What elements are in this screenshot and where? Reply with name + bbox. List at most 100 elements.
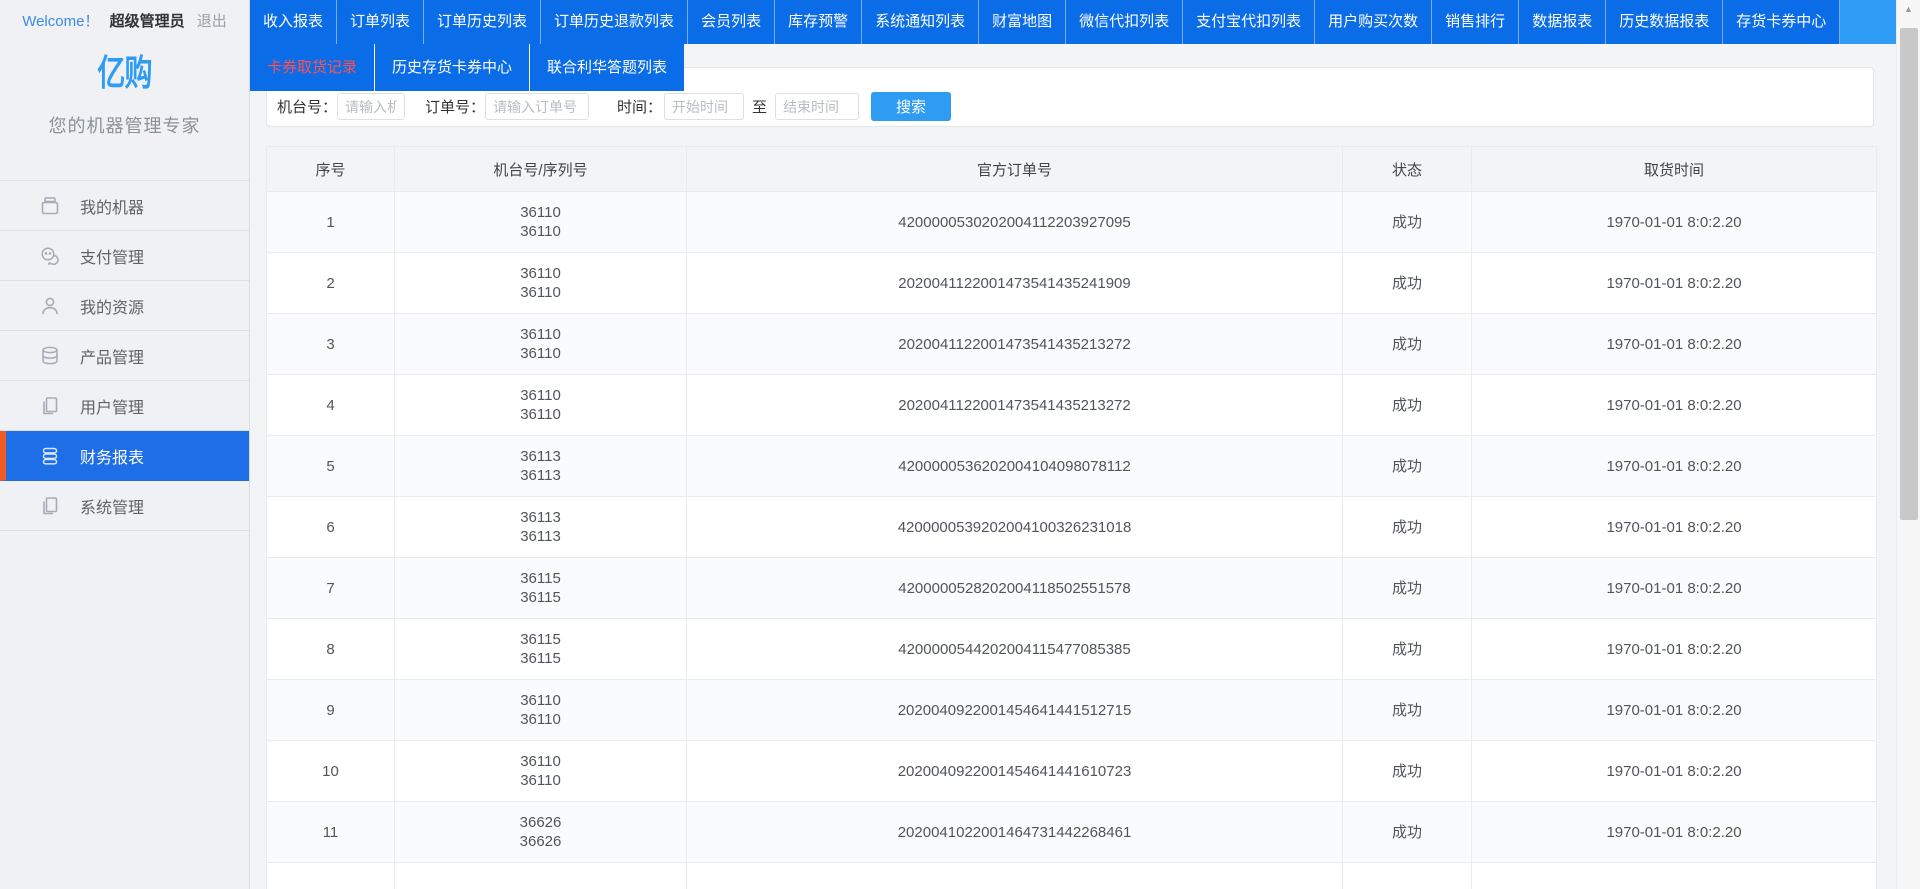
brand-slogan: 您的机器管理专家: [0, 112, 249, 138]
row-index: 6: [267, 497, 395, 558]
order-no-input[interactable]: [485, 93, 589, 120]
nav-tab-4[interactable]: 订单历史退款列表: [541, 0, 688, 44]
official-order-no: 2020040922001454641441610723: [687, 741, 1343, 802]
column-header-1: 序号: [267, 147, 395, 192]
nav-tab-5[interactable]: 会员列表: [688, 0, 775, 44]
machine-serial: 3611336113: [395, 436, 687, 497]
sidebar-item-label: 产品管理: [80, 344, 144, 368]
official-order-no: 2020041022001464731442268461: [687, 802, 1343, 863]
sidebar-item-product-management[interactable]: 产品管理: [0, 331, 249, 381]
nav-tab-11[interactable]: 用户购买次数: [1315, 0, 1432, 44]
status: 成功: [1343, 253, 1472, 314]
table-row: 636113361134200000539202004100326231018成…: [267, 497, 1877, 558]
status: 成功: [1343, 375, 1472, 436]
machine-no-label: 机台号：: [277, 96, 337, 117]
column-header-2: 机台号/序列号: [395, 147, 687, 192]
database-icon: [38, 344, 62, 368]
status: 成功: [1343, 619, 1472, 680]
subtab-history-stock-card-center[interactable]: 历史存货卡券中心: [374, 44, 529, 91]
subtab-unilever-quiz-list[interactable]: 联合利华答题列表: [529, 44, 684, 91]
nav-tab-8[interactable]: 财富地图: [979, 0, 1066, 44]
wechat-icon: [38, 244, 62, 268]
welcome-row: Welcome！ 超级管理员 退出: [0, 10, 249, 31]
sidebar-item-payment-management[interactable]: 支付管理: [0, 231, 249, 281]
official-order-no: 2020041122001473541435213272: [687, 314, 1343, 375]
search-button[interactable]: 搜索: [871, 92, 951, 121]
table-row: 1136626366262020041022001464731442268461…: [267, 802, 1877, 863]
row-index: 8: [267, 619, 395, 680]
end-time-input[interactable]: [775, 93, 859, 120]
status: 成功: [1343, 497, 1472, 558]
sidebar-item-my-resources[interactable]: 我的资源: [0, 281, 249, 331]
app: Welcome！ 超级管理员 退出 亿购 您的机器管理专家 我的机器支付管理我的…: [0, 0, 1920, 889]
to-label: 至: [752, 96, 767, 117]
nav-tab-2[interactable]: 订单列表: [337, 0, 424, 44]
machine-serial: 3611336113: [395, 497, 687, 558]
official-order-no: 4200000539202004100326231018: [687, 497, 1343, 558]
vertical-scrollbar[interactable]: ▲: [1896, 0, 1920, 889]
pickup-time: 1970-01-01 8:0:2.20: [1472, 741, 1877, 802]
pickup-time: 1970-01-01 8:0:2.20: [1472, 558, 1877, 619]
nav-tab-10[interactable]: 支付宝代扣列表: [1183, 0, 1315, 44]
machine-no-input[interactable]: [337, 93, 405, 120]
pickup-time: 1970-01-01 8:0:2.20: [1472, 192, 1877, 253]
sidebar-item-system-management[interactable]: 系统管理: [0, 481, 249, 531]
pickup-time: 1970-01-01 8:0:2.20: [1472, 497, 1877, 558]
scrollbar-thumb[interactable]: [1900, 28, 1918, 520]
nav-tab-14[interactable]: 历史数据报表: [1606, 0, 1723, 44]
row-index: 2: [267, 253, 395, 314]
welcome-text: Welcome！: [22, 13, 99, 30]
nav-tab-12[interactable]: 销售排行: [1432, 0, 1519, 44]
machine-serial: 3611036110: [395, 680, 687, 741]
sidebar-item-my-machines[interactable]: 我的机器: [0, 181, 249, 231]
table-row: 936110361102020040922001454641441512715成…: [267, 680, 1877, 741]
official-order-no: 4200000536202004104098078112: [687, 436, 1343, 497]
user-icon: [38, 294, 62, 318]
scrollbar-up-arrow[interactable]: ▲: [1897, 4, 1920, 14]
sidebar-item-label: 我的机器: [80, 194, 144, 218]
nav-tab-3[interactable]: 订单历史列表: [424, 0, 541, 44]
table-header-row: 序号机台号/序列号官方订单号状态取货时间: [267, 147, 1877, 192]
machine-serial: 3611036110: [395, 741, 687, 802]
official-order-no: 2020040922001454641441512715: [687, 680, 1343, 741]
nav-tab-1[interactable]: 收入报表: [250, 0, 337, 44]
start-time-input[interactable]: [664, 93, 744, 120]
order-no-label: 订单号：: [425, 96, 485, 117]
table-row: 436110361102020041122001473541435213272成…: [267, 375, 1877, 436]
table-row: 836115361154200000544202004115477085385成…: [267, 619, 1877, 680]
nav-tab-6[interactable]: 库存预警: [775, 0, 862, 44]
nav-tab-13[interactable]: 数据报表: [1519, 0, 1606, 44]
pickup-time: 1970-01-01 8:0:2.20: [1472, 375, 1877, 436]
status: 成功: [1343, 741, 1472, 802]
row-index: 9: [267, 680, 395, 741]
pickup-time: 1970-01-01 8:0:2.20: [1472, 619, 1877, 680]
logout-link[interactable]: 退出: [197, 13, 227, 30]
sidebar-item-label: 用户管理: [80, 394, 144, 418]
nav-tab-7[interactable]: 系统通知列表: [862, 0, 979, 44]
sidebar-item-label: 系统管理: [80, 494, 144, 518]
subtab-card-pickup-records[interactable]: 卡券取货记录: [250, 44, 374, 91]
brand-logo: 亿购: [27, 44, 221, 96]
sidebar-item-finance-reports[interactable]: 财务报表: [0, 431, 249, 481]
column-header-3: 官方订单号: [687, 147, 1343, 192]
nav-tab-9[interactable]: 微信代扣列表: [1066, 0, 1183, 44]
table-row: 236110361102020041122001473541435241909成…: [267, 253, 1877, 314]
table-row: 136110361104200000530202004112203927095成…: [267, 192, 1877, 253]
sidebar-item-label: 财务报表: [80, 444, 144, 468]
table-row: 336110361102020041122001473541435213272成…: [267, 314, 1877, 375]
status: 成功: [1343, 314, 1472, 375]
table-row: 736115361154200000528202004118502551578成…: [267, 558, 1877, 619]
table-row-partial: [267, 863, 1877, 889]
row-index: 11: [267, 802, 395, 863]
official-order-no: 4200000544202004115477085385: [687, 619, 1343, 680]
machine-serial: 3611536115: [395, 558, 687, 619]
status: 成功: [1343, 558, 1472, 619]
time-label: 时间：: [617, 96, 662, 117]
nav-tab-15[interactable]: 存货卡券中心: [1723, 0, 1840, 44]
current-user: 超级管理员: [110, 13, 185, 30]
sidebar-menu: 我的机器支付管理我的资源产品管理用户管理财务报表系统管理: [0, 180, 249, 531]
sidebar-item-user-management[interactable]: 用户管理: [0, 381, 249, 431]
records-table-wrap: 序号机台号/序列号官方订单号状态取货时间 1361103611042000005…: [266, 146, 1876, 889]
pickup-time: 1970-01-01 8:0:2.20: [1472, 680, 1877, 741]
table-row: 1036110361102020040922001454641441610723…: [267, 741, 1877, 802]
